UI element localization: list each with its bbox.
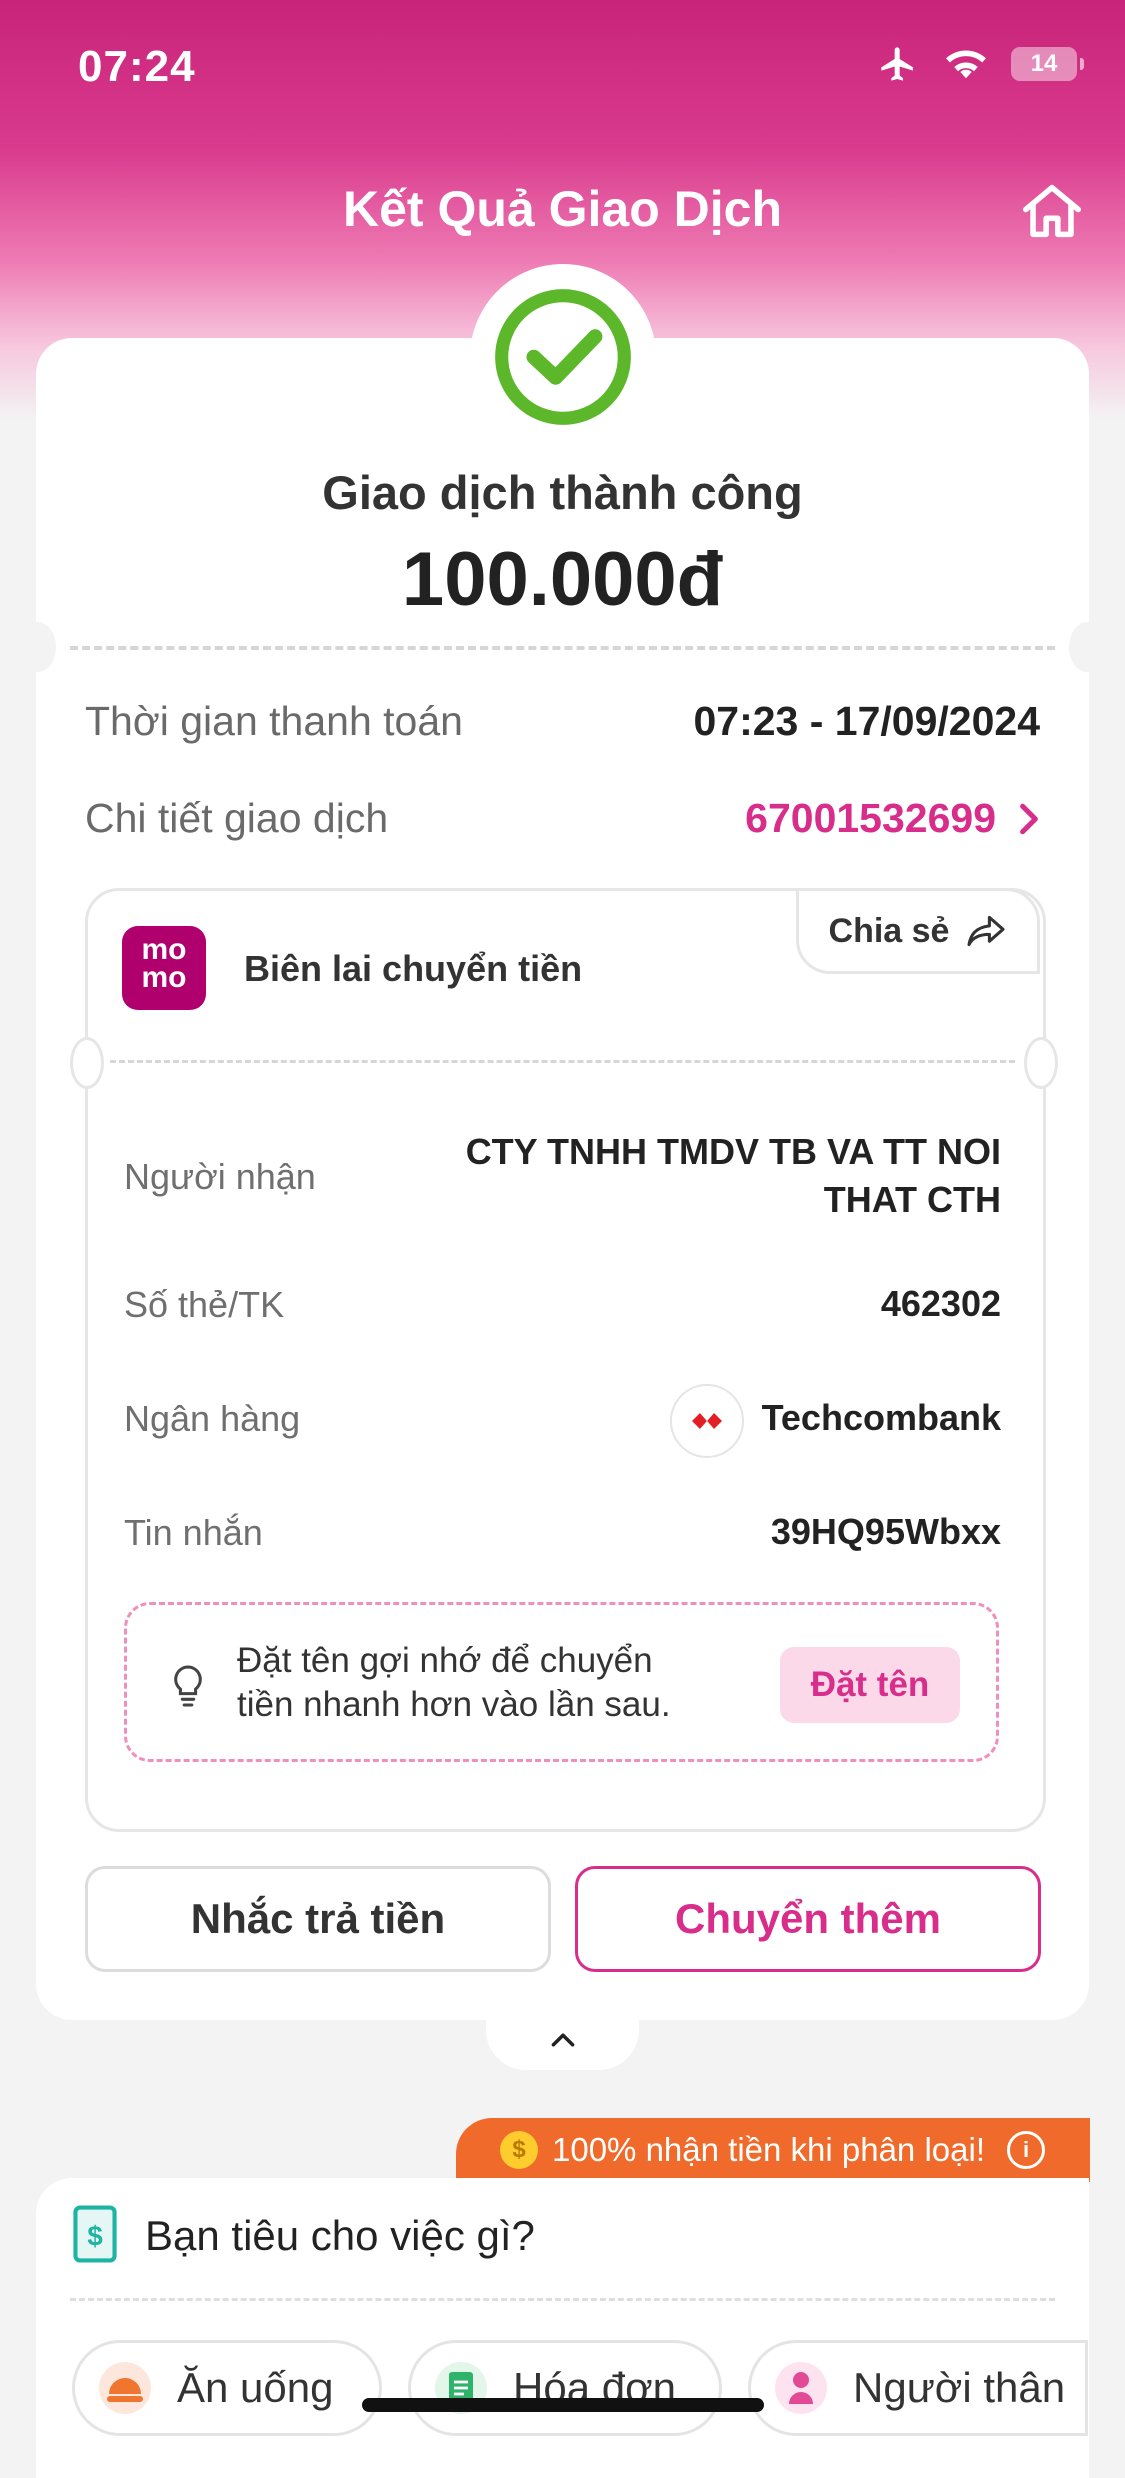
message-value: 39HQ95Wbxx <box>770 1511 1001 1552</box>
title-bar: Kết Quả Giao Dịch <box>0 170 1125 250</box>
ticket-notch-left <box>20 622 56 672</box>
divider <box>70 646 1055 650</box>
battery-icon: 14 <box>1011 47 1084 81</box>
page-title: Kết Quả Giao Dịch <box>343 181 782 237</box>
nickname-text: Đặt tên gợi nhớ để chuyển tiền nhanh hơn… <box>237 1639 737 1727</box>
category-chip-family[interactable]: Người thân <box>748 2340 1088 2436</box>
receipt-notch-right <box>1024 1037 1058 1089</box>
recipient-line-2: THAT CTH <box>823 1179 1001 1220</box>
family-icon <box>775 2362 827 2414</box>
promo-text: 100% nhận tiền khi phân loại! <box>552 2131 985 2168</box>
category-label-food: Ăn uống <box>177 2364 334 2411</box>
status-time: 07:24 <box>78 42 196 91</box>
recipient-label: Người nhận <box>124 1156 316 1197</box>
chevron-up-icon <box>551 2033 574 2047</box>
payment-time-label: Thời gian thanh toán <box>85 698 463 744</box>
food-icon <box>99 2362 151 2414</box>
category-chip-food[interactable]: Ăn uống <box>72 2340 382 2436</box>
wifi-icon <box>946 50 986 79</box>
coin-icon: $ <box>500 2131 538 2169</box>
recipient-value: CTY TNHH TMDV TB VA TT NOI THAT CTH <box>466 1128 1001 1224</box>
home-icon[interactable] <box>1017 176 1087 246</box>
message-label: Tin nhắn <box>124 1512 263 1553</box>
nickname-line-2: tiền nhanh hơn vào lần sau. <box>237 1685 671 1724</box>
promo-banner[interactable]: $ 100% nhận tiền khi phân loại! i <box>456 2118 1090 2182</box>
category-label-family: Người thân <box>853 2364 1066 2411</box>
recipient-line-1: CTY TNHH TMDV TB VA TT NOI <box>465 1131 1001 1172</box>
home-indicator <box>362 2398 764 2412</box>
momo-logo-top: mo <box>141 933 187 966</box>
status-text: Giao dịch thành công <box>322 466 803 519</box>
momo-logo-bottom: mo <box>141 961 187 994</box>
svg-text:$: $ <box>87 2221 102 2252</box>
battery-level: 14 <box>1030 50 1058 77</box>
set-nickname-button[interactable]: Đặt tên <box>780 1647 960 1723</box>
share-label: Chia sẻ <box>828 911 950 950</box>
airplane-icon <box>881 47 913 81</box>
techcombank-logo-icon <box>670 1384 744 1458</box>
nickname-suggestion: Đặt tên gợi nhớ để chuyển tiền nhanh hơn… <box>124 1602 999 1762</box>
receipt-notch-left <box>70 1037 104 1089</box>
check-circle-icon <box>495 289 631 425</box>
status-bar: 07:24 14 <box>0 0 1125 130</box>
transfer-more-button[interactable]: Chuyển thêm <box>575 1866 1041 1972</box>
transaction-detail-link[interactable]: 67001532699 <box>745 795 1040 842</box>
status-icons: 14 <box>875 44 1084 84</box>
receipt-title: Biên lai chuyển tiền <box>244 948 583 989</box>
info-icon[interactable]: i <box>1007 2131 1045 2169</box>
ticket-notch-right <box>1069 622 1105 672</box>
account-label: Số thẻ/TK <box>124 1284 285 1325</box>
bank-label: Ngân hàng <box>124 1398 301 1439</box>
bank-value: Techcombank <box>761 1397 1001 1438</box>
remind-payment-button[interactable]: Nhắc trả tiền <box>85 1866 551 1972</box>
category-chip-bill[interactable]: Hóa đơn <box>408 2340 722 2436</box>
transaction-id: 67001532699 <box>745 795 996 841</box>
spending-divider <box>70 2298 1055 2301</box>
share-arrow-icon <box>967 915 1005 947</box>
share-button[interactable]: Chia sẻ <box>796 888 1040 974</box>
spending-title: Bạn tiêu cho việc gì? <box>145 2212 535 2259</box>
payment-time-value: 07:23 - 17/09/2024 <box>693 698 1041 744</box>
receipt-divider <box>110 1060 1015 1063</box>
nickname-line-1: Đặt tên gợi nhớ để chuyển <box>237 1641 653 1680</box>
account-value: 462302 <box>880 1283 1001 1324</box>
transaction-detail-label: Chi tiết giao dịch <box>85 795 389 841</box>
collapse-toggle[interactable] <box>486 2010 639 2070</box>
amount: 100.000đ <box>401 537 724 622</box>
wallet-receipt-icon: $ <box>73 2205 117 2263</box>
lightbulb-icon <box>174 1665 202 1707</box>
chevron-right-icon <box>1020 803 1038 834</box>
momo-logo: mo mo <box>122 926 206 1010</box>
